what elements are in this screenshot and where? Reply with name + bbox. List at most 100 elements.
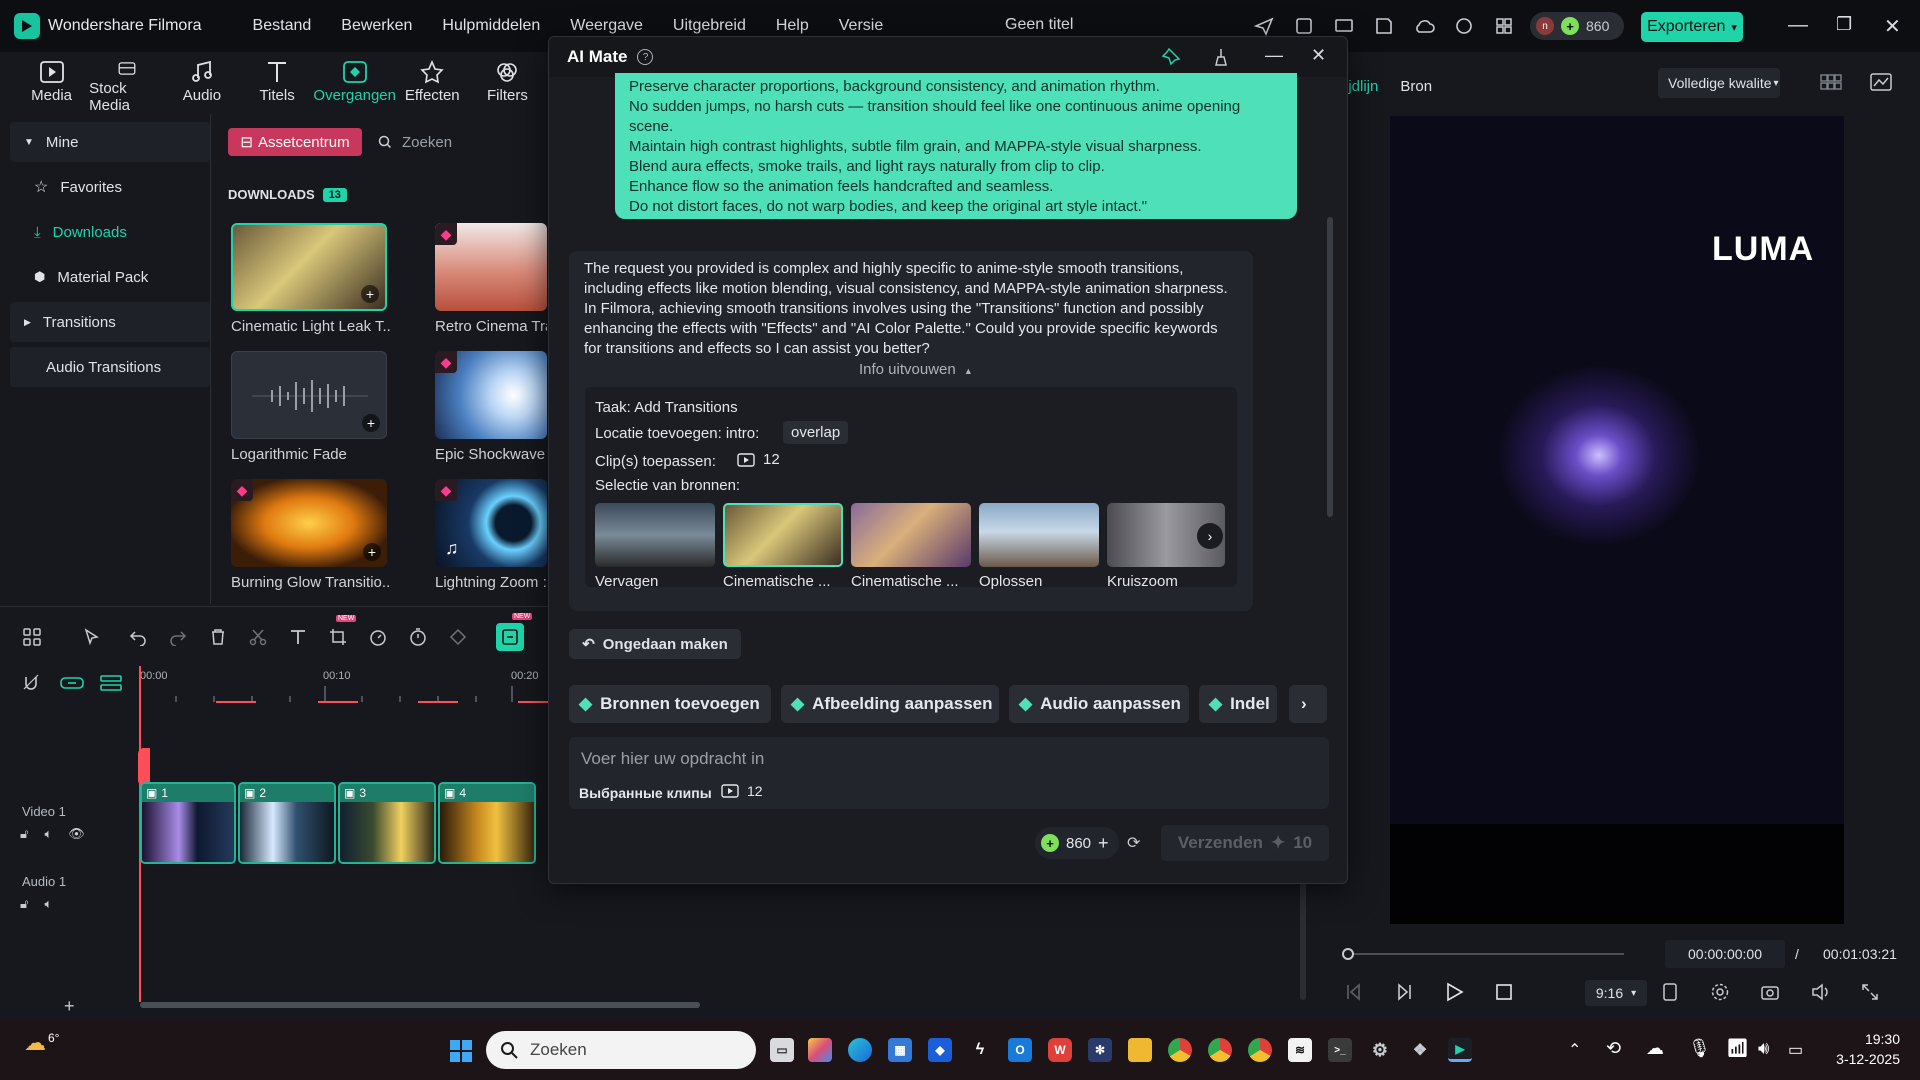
source-thumb-oplossen[interactable] <box>979 503 1099 567</box>
help-icon[interactable]: ? <box>637 49 654 65</box>
media-thumb-burning-glow[interactable]: ◆ + <box>231 479 387 567</box>
store-icon[interactable]: ▦ <box>888 1038 912 1062</box>
magnet-icon[interactable] <box>22 674 40 692</box>
delete-icon[interactable] <box>206 625 230 649</box>
dropbox-icon[interactable]: ◆ <box>928 1038 952 1062</box>
crop-icon[interactable]: NEW <box>326 615 357 649</box>
windows-start-icon[interactable] <box>450 1040 472 1062</box>
tab-effecten[interactable]: Effecten <box>395 52 470 114</box>
save-icon[interactable] <box>1372 14 1396 38</box>
terminal-icon[interactable]: >_ <box>1328 1038 1352 1062</box>
close-icon[interactable]: ✕ <box>1884 14 1901 39</box>
volume-icon[interactable] <box>1810 982 1830 1002</box>
chat-scrollbar[interactable] <box>1327 217 1333 517</box>
timeline-scrollbar[interactable] <box>140 1002 700 1008</box>
tab-timeline[interactable]: ijdlijn <box>1345 78 1378 95</box>
weather-widget[interactable]: ☁ 6° <box>24 1030 59 1056</box>
menu-help[interactable]: Help <box>761 17 824 35</box>
play-icon[interactable] <box>1444 982 1464 1002</box>
info-expand-toggle[interactable]: Info uitvouwen ▲ <box>859 361 973 378</box>
timeline-ruler[interactable]: 00:00 00:10 00:20 <box>140 666 560 716</box>
tab-filters[interactable]: Filters <box>470 52 545 114</box>
media-thumb-retro-cinema[interactable]: ◆ <box>435 223 547 311</box>
add-icon[interactable]: + <box>361 285 379 303</box>
prompt-placeholder[interactable]: Voer hier uw opdracht in <box>581 749 764 769</box>
speaker-icon[interactable]: 🔈︎ <box>44 826 52 842</box>
sync-icon[interactable]: ⟲ <box>1606 1038 1621 1059</box>
grid-view-icon[interactable] <box>1820 72 1842 92</box>
export-button[interactable]: Exporteren ▾ <box>1641 12 1743 42</box>
media-thumb-epic-shockwave[interactable]: ◆ <box>435 351 547 439</box>
clock-date[interactable]: 3-12-2025 <box>1818 1051 1900 1067</box>
send-button[interactable]: Verzenden ✦ 10 <box>1161 825 1329 861</box>
microphone-icon[interactable]: 🎙︎ <box>1688 1038 1711 1059</box>
asset-center-button[interactable]: ⊟ Assetcentrum <box>228 128 362 156</box>
undo-button[interactable]: ↶ Ongedaan maken <box>569 629 741 659</box>
layout-grid-icon[interactable] <box>20 625 44 649</box>
lightning-app-icon[interactable]: ϟ <box>968 1038 992 1062</box>
add-track-icon[interactable]: + <box>64 996 75 1017</box>
close-icon[interactable]: ✕ <box>1311 45 1326 66</box>
lock-icon[interactable]: 🔓︎ <box>20 896 28 912</box>
tab-titels[interactable]: Titels <box>240 52 315 114</box>
redo-icon[interactable] <box>166 625 190 649</box>
stop-icon[interactable] <box>1494 982 1514 1002</box>
menu-uitgebreid[interactable]: Uitgebreid <box>658 17 761 35</box>
snapshot-camera-icon[interactable] <box>1760 982 1780 1002</box>
chip-layout[interactable]: ◆ Indel <box>1199 685 1277 723</box>
chips-next-button[interactable]: › <box>1289 685 1327 723</box>
sidebar-item-mine[interactable]: ▼ Mine <box>10 122 210 162</box>
vertical-scrollbar[interactable] <box>1300 880 1306 1000</box>
tab-source[interactable]: Bron <box>1400 78 1432 95</box>
menu-hulpmiddelen[interactable]: Hulpmiddelen <box>427 17 555 35</box>
ai-transition-icon[interactable]: NEW <box>496 613 533 651</box>
add-icon[interactable]: + <box>362 414 380 432</box>
location-value-chip[interactable]: overlap <box>783 421 849 444</box>
sidebar-item-downloads[interactable]: ⤓ Downloads <box>10 212 210 252</box>
capcut-icon[interactable]: ≋ <box>1288 1038 1312 1062</box>
clock-time[interactable]: 19:30 <box>1844 1031 1900 1047</box>
edge-icon[interactable] <box>848 1038 872 1062</box>
menu-bewerken[interactable]: Bewerken <box>326 17 427 35</box>
chart-view-icon[interactable] <box>1870 72 1892 92</box>
keyframe-icon[interactable] <box>446 625 470 649</box>
media-thumb-logarithmic-fade[interactable]: + <box>231 351 387 439</box>
cloud-icon[interactable] <box>1412 14 1436 38</box>
source-thumb-vervagen[interactable] <box>595 503 715 567</box>
task-view-icon[interactable]: ▭ <box>770 1038 794 1062</box>
progress-track[interactable] <box>1354 953 1624 955</box>
select-cursor-icon[interactable] <box>80 625 104 649</box>
share-icon[interactable] <box>1252 14 1276 38</box>
chip-add-sources[interactable]: ◆ Bronnen toevoegen <box>569 685 771 723</box>
copilot-icon[interactable] <box>808 1038 832 1062</box>
media-thumb-cinematic-light-leak[interactable]: + <box>231 223 387 311</box>
speed-icon[interactable] <box>366 625 390 649</box>
brave-icon[interactable]: W <box>1048 1038 1072 1062</box>
tab-media[interactable]: Media <box>14 52 89 114</box>
track-manage-icon[interactable] <box>100 674 122 692</box>
tab-stock-media[interactable]: Stock Media <box>89 52 164 114</box>
prompt-input-box[interactable]: Voer hier uw opdracht in Выбранные клипы… <box>569 737 1329 809</box>
render-preview-icon[interactable] <box>1660 982 1680 1002</box>
chip-adjust-audio[interactable]: ◆ Audio aanpassen <box>1009 685 1189 723</box>
template-icon[interactable] <box>1292 14 1316 38</box>
media-thumb-lightning-zoom[interactable]: ◆ ♫ <box>435 479 547 567</box>
eye-icon[interactable]: 👁︎ <box>68 826 85 842</box>
media-search-field[interactable]: Zoeken <box>378 128 548 156</box>
aspect-ratio-dropdown[interactable]: 9:16 ▾ <box>1585 980 1647 1006</box>
wifi-icon[interactable]: 📶︎ <box>1726 1038 1749 1059</box>
menu-bestand[interactable]: Bestand <box>238 17 327 35</box>
filmora-taskbar-icon[interactable]: ▶ <box>1448 1038 1472 1062</box>
video-clip[interactable]: ▣ 4 <box>438 782 536 864</box>
menu-weergave[interactable]: Weergave <box>555 17 658 35</box>
progress-handle[interactable] <box>1342 948 1354 960</box>
fullscreen-icon[interactable] <box>1860 982 1880 1002</box>
source-thumb-cinematische-2[interactable] <box>851 503 971 567</box>
clean-brush-icon[interactable] <box>1211 47 1231 67</box>
menu-versie[interactable]: Versie <box>824 17 898 35</box>
chrome-profile-2-icon[interactable] <box>1248 1038 1272 1062</box>
restore-icon[interactable]: ❐ <box>1836 14 1852 35</box>
previous-frame-icon[interactable] <box>1344 982 1364 1002</box>
speaker-icon[interactable]: 🔈︎ <box>44 896 52 912</box>
quality-dropdown[interactable]: Volledige kwalite ▾ <box>1658 68 1780 98</box>
